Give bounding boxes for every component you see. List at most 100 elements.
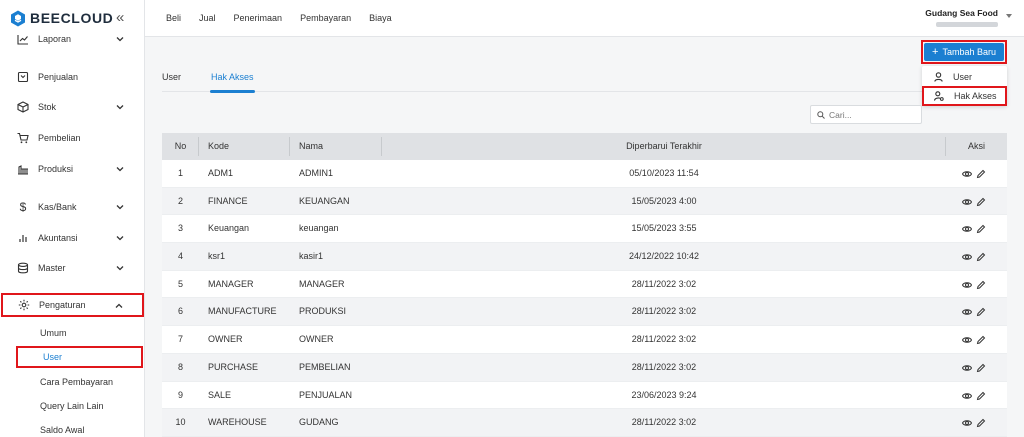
collapse-sidebar-icon[interactable]: « xyxy=(116,9,124,26)
eye-icon[interactable] xyxy=(962,169,972,179)
table-row[interactable]: 5 MANAGER MANAGER 28/11/2022 3:02 xyxy=(162,270,1007,299)
cell-no: 3 xyxy=(177,223,183,234)
table-row[interactable]: 9 SALE PENJUALAN 23/06/2023 9:24 xyxy=(162,381,1007,410)
search-input[interactable] xyxy=(829,109,919,120)
row-actions xyxy=(962,418,986,428)
pencil-icon[interactable] xyxy=(976,307,986,317)
topnav-biaya[interactable]: Biaya xyxy=(369,13,392,23)
sidebar-item-label: Akuntansi xyxy=(38,233,78,243)
cell-no: 10 xyxy=(175,417,186,428)
cell-kode: FINANCE xyxy=(208,195,248,206)
sidebar-item-label: Penjualan xyxy=(38,72,79,82)
sidebar-item-master[interactable]: Master xyxy=(0,254,144,282)
sidebar-item-penjualan[interactable]: Penjualan xyxy=(0,63,144,91)
table-header: No Kode Nama Diperbarui Terakhir Aksi xyxy=(162,133,1007,160)
caret-down-icon[interactable] xyxy=(1006,14,1012,18)
eye-icon[interactable] xyxy=(962,363,972,373)
sidebar-subitem-label: Saldo Awal xyxy=(40,425,85,435)
sidebar-item-pengaturan[interactable]: Pengaturan xyxy=(1,293,144,317)
pencil-icon[interactable] xyxy=(976,391,986,401)
sidebar-subitem-query-lain-lain[interactable]: Query Lain Lain xyxy=(16,395,143,417)
cell-no: 1 xyxy=(177,168,183,178)
eye-icon[interactable] xyxy=(962,280,972,290)
sidebar-subitem-label: Query Lain Lain xyxy=(40,401,104,411)
cell-nama: GUDANG xyxy=(299,417,339,428)
eye-icon[interactable] xyxy=(962,197,972,207)
table-row[interactable]: 1 ADM1 ADMIN1 05/10/2023 11:54 xyxy=(162,160,1007,188)
cell-no: 7 xyxy=(177,334,183,345)
table-row[interactable]: 8 PURCHASE PEMBELIAN 28/11/2022 3:02 xyxy=(162,353,1007,382)
cell-no: 6 xyxy=(177,306,183,317)
plus-icon: + xyxy=(932,45,939,58)
tab-hak-akses[interactable]: Hak Akses xyxy=(210,72,255,93)
col-header-no[interactable]: No xyxy=(162,133,199,160)
topnav-beli[interactable]: Beli xyxy=(166,13,181,23)
table-row[interactable]: 7 OWNER OWNER 28/11/2022 3:02 xyxy=(162,326,1007,354)
col-header-kode[interactable]: Kode xyxy=(208,133,229,160)
cell-updated: 28/11/2022 3:02 xyxy=(631,361,697,372)
pencil-icon[interactable] xyxy=(976,197,986,207)
eye-icon[interactable] xyxy=(962,391,972,401)
pencil-icon[interactable] xyxy=(976,169,986,179)
eye-icon[interactable] xyxy=(962,252,972,262)
sidebar-item-label: Pengaturan xyxy=(39,300,86,310)
sidebar-item-laporan[interactable]: Laporan xyxy=(0,25,144,53)
sidebar-subitem-saldo-awal[interactable]: Saldo Awal xyxy=(16,419,143,437)
sidebar-subitem-label: Cara Pembayaran xyxy=(40,377,114,387)
table-row[interactable]: 10 WAREHOUSE GUDANG 28/11/2022 3:02 xyxy=(162,409,1007,437)
search-box xyxy=(810,105,922,124)
row-actions xyxy=(962,169,986,179)
topnav-pembayaran[interactable]: Pembayaran xyxy=(300,13,351,23)
dropdown-item-hak-akses[interactable]: Hak Akses xyxy=(922,86,1007,106)
cell-nama: PENJUALAN xyxy=(299,389,353,400)
cell-kode: WAREHOUSE xyxy=(208,417,267,428)
row-actions xyxy=(962,363,986,373)
tab-user[interactable]: User xyxy=(162,72,181,92)
table-row[interactable]: 6 MANUFACTURE PRODUKSI 28/11/2022 3:02 xyxy=(162,298,1007,327)
user-key-icon xyxy=(934,91,944,101)
pencil-icon[interactable] xyxy=(976,363,986,373)
col-header-diperbarui[interactable]: Diperbarui Terakhir xyxy=(382,133,946,160)
table-row[interactable]: 3 Keuangan keuangan 15/05/2023 3:55 xyxy=(162,215,1007,244)
row-actions xyxy=(962,391,986,401)
sidebar-item-produksi[interactable]: Produksi xyxy=(0,155,144,183)
sidebar-item-stok[interactable]: Stok xyxy=(0,93,144,121)
col-header-nama[interactable]: Nama xyxy=(299,133,323,160)
cell-updated: 15/05/2023 3:55 xyxy=(631,223,697,234)
pencil-icon[interactable] xyxy=(976,280,986,290)
pencil-icon[interactable] xyxy=(976,224,986,234)
search-icon xyxy=(817,110,825,119)
topnav-penerimaan[interactable]: Penerimaan xyxy=(234,13,283,23)
pencil-icon[interactable] xyxy=(976,418,986,428)
sidebar-item-pembelian[interactable]: Pembelian xyxy=(0,124,144,152)
eye-icon[interactable] xyxy=(962,224,972,234)
table-body: 1 ADM1 ADMIN1 05/10/2023 11:54 2 FINANCE… xyxy=(162,160,1007,437)
chevron-down-icon xyxy=(116,205,124,210)
sidebar-item-label: Master xyxy=(38,263,66,273)
cell-no: 9 xyxy=(177,389,183,400)
topnav-jual[interactable]: Jual xyxy=(199,13,216,23)
table-row[interactable]: 2 FINANCE KEUANGAN 15/05/2023 4:00 xyxy=(162,187,1007,216)
add-button-highlight: + Tambah Baru xyxy=(921,40,1007,64)
sidebar-item-kas-bank[interactable]: $ Kas/Bank xyxy=(0,193,144,221)
row-actions xyxy=(962,224,986,234)
sidebar-subitem-user[interactable]: User xyxy=(16,346,143,368)
sidebar-subitem-umum[interactable]: Umum xyxy=(16,322,143,344)
cell-updated: 15/05/2023 4:00 xyxy=(631,195,697,206)
cell-nama: OWNER xyxy=(299,334,334,345)
eye-icon[interactable] xyxy=(962,335,972,345)
cell-nama: PRODUKSI xyxy=(299,306,347,317)
eye-icon[interactable] xyxy=(962,418,972,428)
table-row[interactable]: 4 ksr1 kasir1 24/12/2022 10:42 xyxy=(162,243,1007,271)
sidebar-item-akuntansi[interactable]: Akuntansi xyxy=(0,224,144,252)
company-switcher[interactable]: Gudang Sea Food xyxy=(925,8,998,27)
eye-icon[interactable] xyxy=(962,307,972,317)
pencil-icon[interactable] xyxy=(976,335,986,345)
sidebar-subitem-label: Umum xyxy=(40,328,67,338)
sidebar-subitem-cara-pembayaran[interactable]: Cara Pembayaran xyxy=(16,371,143,393)
pencil-icon[interactable] xyxy=(976,252,986,262)
sidebar-item-label: Kas/Bank xyxy=(38,202,77,212)
add-new-button[interactable]: + Tambah Baru xyxy=(924,43,1004,61)
dropdown-item-user[interactable]: User xyxy=(922,68,1007,86)
cell-no: 8 xyxy=(177,361,183,372)
